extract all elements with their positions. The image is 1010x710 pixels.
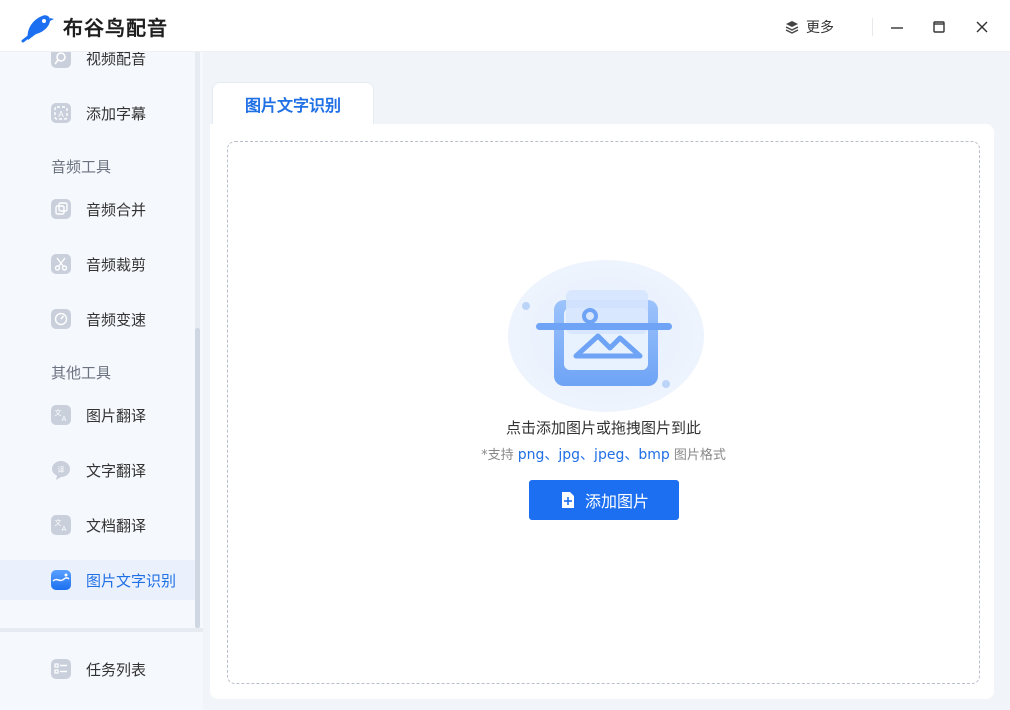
sidebar-item-video-dubbing[interactable]: 视频配音 <box>0 52 195 78</box>
svg-text:文: 文 <box>55 408 62 417</box>
dropzone-hint: 点击添加图片或拖拽图片到此 <box>505 419 701 437</box>
sidebar-item-label: 音频变速 <box>86 311 147 329</box>
sidebar-item-label: 文档翻译 <box>86 517 147 535</box>
add-image-button[interactable]: 添加图片 <box>529 480 679 520</box>
sidebar-item-image-translate[interactable]: 文 A 图片翻译 <box>0 395 195 435</box>
bird-logo-icon <box>21 15 54 43</box>
speech-bubble-icon: 译 <box>52 461 70 480</box>
title-bar: 布谷鸟配音 更多 <box>0 0 1010 52</box>
tab-image-ocr[interactable]: 图片文字识别 <box>212 82 374 124</box>
app-title: 布谷鸟配音 <box>63 16 168 40</box>
close-icon[interactable] <box>969 14 995 40</box>
sidebar-item-audio-merge[interactable]: 音频合并 <box>0 189 195 229</box>
sidebar-footer: 任务列表 <box>0 628 203 710</box>
sidebar-item-label: 音频合并 <box>86 201 147 219</box>
section-title-audio: 音频工具 <box>51 158 112 176</box>
maximize-icon[interactable] <box>926 14 952 40</box>
more-button[interactable]: 更多 <box>784 16 834 38</box>
image-upload-illustration-icon <box>508 260 704 412</box>
sidebar-item-label: 添加字幕 <box>86 105 147 123</box>
document-translate-icon: 文 A <box>51 515 71 535</box>
svg-text:A: A <box>58 110 64 119</box>
task-list-icon <box>51 659 71 679</box>
layers-icon <box>785 21 799 34</box>
sidebar-item-label: 图片文字识别 <box>86 572 177 590</box>
main-panel: 点击添加图片或拖拽图片到此 *支持 png、jpg、jpeg、bmp 图片格式 … <box>210 124 994 699</box>
format-list: png、jpg、jpeg、bmp <box>517 447 670 463</box>
sidebar-item-add-subtitle[interactable]: A 添加字幕 <box>0 93 195 133</box>
support-prefix: *支持 <box>481 448 514 463</box>
sidebar-item-label: 文字翻译 <box>86 462 147 480</box>
speed-icon <box>51 309 71 329</box>
svg-text:A: A <box>62 416 67 423</box>
translate-icon: 文 A <box>51 405 71 425</box>
sidebar-item-label: 任务列表 <box>86 661 147 679</box>
sidebar-item-text-translate[interactable]: 译 文字翻译 <box>0 450 195 490</box>
subtitle-icon: A <box>51 103 71 123</box>
svg-text:A: A <box>62 526 67 533</box>
merge-icon <box>51 199 71 219</box>
sidebar-item-audio-cut[interactable]: 音频裁剪 <box>0 244 195 284</box>
sidebar-scrollbar-thumb[interactable] <box>195 328 200 628</box>
section-title-other: 其他工具 <box>51 364 112 382</box>
add-file-icon <box>561 492 574 508</box>
support-suffix: 图片格式 <box>673 448 726 463</box>
supported-formats-note: *支持 png、jpg、jpeg、bmp 图片格式 <box>228 444 979 464</box>
minimize-icon[interactable] <box>884 14 910 40</box>
titlebar-divider <box>872 18 873 36</box>
sidebar-item-doc-translate[interactable]: 文 A 文档翻译 <box>0 505 195 545</box>
image-dropzone[interactable]: 点击添加图片或拖拽图片到此 *支持 png、jpg、jpeg、bmp 图片格式 … <box>227 141 980 684</box>
scissors-icon <box>51 254 71 274</box>
sidebar-item-image-ocr[interactable]: 图片文字识别 <box>0 560 195 600</box>
video-dub-icon <box>51 52 71 68</box>
svg-text:译: 译 <box>58 466 65 474</box>
sidebar-item-label: 音频裁剪 <box>86 256 147 274</box>
more-label: 更多 <box>806 20 834 36</box>
sidebar-item-label: 图片翻译 <box>86 407 147 425</box>
image-ocr-icon <box>51 570 71 590</box>
sidebar-item-audio-speed[interactable]: 音频变速 <box>0 299 195 339</box>
sidebar-item-task-list[interactable]: 任务列表 <box>0 649 195 689</box>
sidebar: 视频配音 A 添加字幕 音频工具 音频合并 音频裁剪 音频变速 其他工具 文 A… <box>0 52 203 628</box>
svg-text:文: 文 <box>55 518 62 527</box>
add-image-label: 添加图片 <box>584 492 649 511</box>
sidebar-item-label: 视频配音 <box>86 52 147 68</box>
